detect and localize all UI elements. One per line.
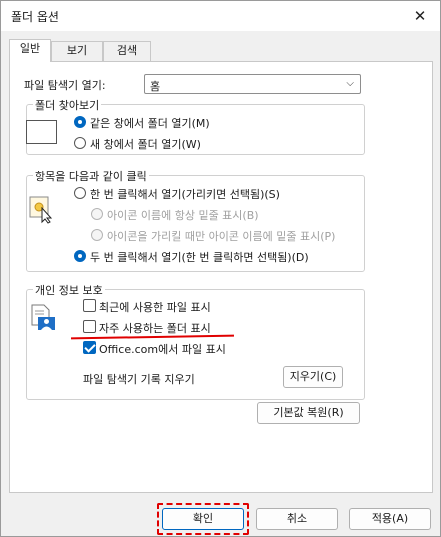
checkbox-office-files[interactable] [83,341,96,354]
new-window-label: 새 창에서 폴더 열기(W) [90,138,201,151]
recent-files-label: 최근에 사용한 파일 표시 [99,301,211,314]
tab-general[interactable]: 일반 [9,39,51,62]
office-files-label: Office.com에서 파일 표시 [99,343,226,356]
click-items-title: 항목을 다음과 같이 클릭 [33,168,149,184]
radio-single-click[interactable] [74,187,86,199]
radio-new-window[interactable] [74,137,86,149]
cancel-button[interactable]: 취소 [256,508,338,530]
browse-folders-group: 폴더 찾아보기 같은 창에서 폴더 열기(M) 새 창에서 폴더 열기(W) [26,97,365,155]
same-window-label: 같은 창에서 폴더 열기(M) [90,117,210,130]
double-click-label: 두 번 클릭해서 열기(한 번 클릭하면 선택됨)(D) [90,251,309,264]
restore-defaults-button[interactable]: 기본값 복원(R) [257,402,360,424]
click-items-group: 항목을 다음과 같이 클릭 한 번 클릭해서 열기(가리키면 선택됨)(S) 아… [26,168,365,272]
close-icon[interactable]: ✕ [400,1,440,31]
radio-same-window[interactable] [74,116,86,128]
title-bar: 폴더 옵션 ✕ [1,1,440,31]
clear-history-label: 파일 탐색기 기록 지우기 [83,373,195,386]
general-panel: 파일 탐색기 열기: 홈 ⌵ 폴더 찾아보기 같은 창에서 폴더 열기(M) 새… [9,61,433,493]
explorer-open-label: 파일 탐색기 열기: [24,79,106,92]
privacy-group: 개인 정보 보호 최근에 사용한 파일 표시 자주 사용하는 폴더 표시 Off… [26,282,365,400]
chevron-down-icon: ⌵ [346,78,354,89]
tab-view[interactable]: 보기 [51,41,103,61]
folder-options-dialog: 폴더 옵션 ✕ 일반 보기 검색 파일 탐색기 열기: 홈 ⌵ 폴더 찾아보기 … [0,0,441,537]
radio-always-underline[interactable] [91,208,103,220]
window-preview-icon [26,120,57,144]
explorer-open-select[interactable]: 홈 ⌵ [144,74,361,94]
tab-search[interactable]: 검색 [103,41,151,61]
frequent-folders-label: 자주 사용하는 폴더 표시 [99,322,211,335]
checkbox-frequent-folders[interactable] [83,320,96,333]
hover-underline-label: 아이콘을 가리킬 때만 아이콘 이름에 밑줄 표시(P) [107,230,336,243]
privacy-title: 개인 정보 보호 [33,282,105,298]
privacy-doc-icon [31,304,55,330]
checkbox-recent-files[interactable] [83,299,96,312]
radio-hover-underline[interactable] [91,229,103,241]
click-cursor-icon [29,196,53,224]
single-click-label: 한 번 클릭해서 열기(가리키면 선택됨)(S) [90,188,280,201]
apply-button[interactable]: 적용(A) [349,508,431,530]
red-box-annotation [157,503,249,535]
always-underline-label: 아이콘 이름에 항상 밑줄 표시(B) [107,209,259,222]
radio-double-click[interactable] [74,250,86,262]
window-title: 폴더 옵션 [11,10,59,24]
red-underline-annotation [70,334,235,340]
explorer-open-value: 홈 [150,80,161,93]
clear-history-button[interactable]: 지우기(C) [283,366,343,388]
browse-folders-title: 폴더 찾아보기 [33,97,102,113]
